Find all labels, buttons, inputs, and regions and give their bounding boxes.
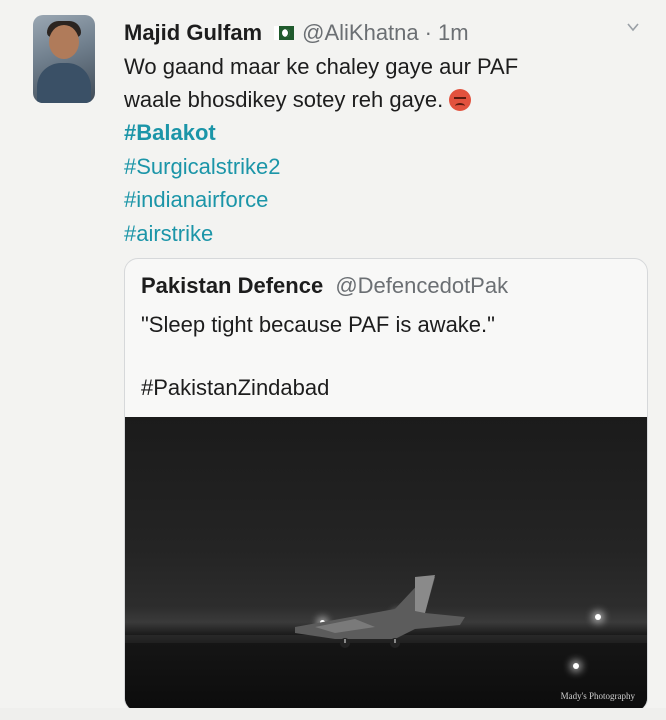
timestamp[interactable]: 1m (438, 20, 469, 46)
tweet-header: Majid Gulfam @AliKhatna · 1m (124, 18, 469, 48)
pakistan-flag-icon (274, 26, 295, 40)
display-name[interactable]: Majid Gulfam (124, 20, 262, 46)
tweet-text-line-1: Wo gaand maar ke chaley gaye aur PAF (124, 54, 519, 79)
quoted-photo[interactable]: Mady's Photography (125, 417, 647, 711)
hashtag-link[interactable]: #Balakot (124, 116, 281, 150)
handle[interactable]: @AliKhatna (302, 20, 419, 46)
quoted-display-name[interactable]: Pakistan Defence (141, 273, 323, 298)
fighter-jet (295, 575, 465, 648)
avatar[interactable] (33, 15, 95, 103)
light-glow (595, 614, 601, 620)
hashtag-link[interactable]: #indianairforce (124, 183, 281, 217)
hashtag-link[interactable]: #Surgicalstrike2 (124, 150, 281, 184)
separator-dot: · (424, 20, 432, 45)
tweet-text: Wo gaand maar ke chaley gaye aur PAF waa… (124, 50, 644, 116)
angry-face-icon (449, 89, 472, 111)
avatar-head (49, 25, 79, 59)
quoted-tweet[interactable]: Pakistan Defence @DefencedotPak "Sleep t… (124, 258, 648, 712)
avatar-body (37, 63, 91, 103)
quoted-text: "Sleep tight because PAF is awake." (141, 312, 495, 337)
light-glow (573, 663, 579, 669)
tweet-card: Majid Gulfam @AliKhatna · 1m Wo gaand ma… (0, 0, 666, 720)
quoted-header: Pakistan Defence @DefencedotPak (141, 271, 508, 301)
photo-watermark: Mady's Photography (560, 691, 635, 701)
hashtag-list: #Balakot #Surgicalstrike2 #indianairforc… (124, 116, 281, 250)
tweet-text-line-2: waale bhosdikey sotey reh gaye. (124, 87, 444, 112)
chevron-down-icon[interactable] (626, 20, 640, 34)
quoted-handle[interactable]: @DefencedotPak (335, 273, 508, 298)
bottom-edge (0, 708, 666, 720)
hashtag-link[interactable]: #airstrike (124, 217, 281, 251)
quoted-hashtag[interactable]: #PakistanZindabad (141, 372, 329, 404)
